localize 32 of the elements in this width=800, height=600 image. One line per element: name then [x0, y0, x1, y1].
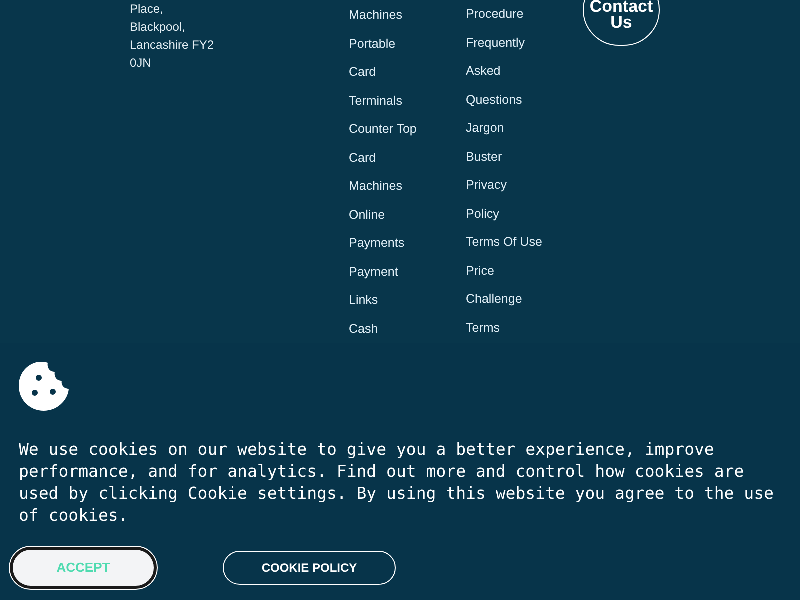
- footer-link[interactable]: Questions: [466, 86, 542, 114]
- footer-link[interactable]: Buster: [466, 142, 542, 171]
- footer-link[interactable]: Terms: [466, 314, 542, 342]
- footer-link[interactable]: Challenge: [466, 285, 542, 314]
- footer-link[interactable]: Payments: [349, 229, 417, 258]
- cookie-icon: [19, 361, 69, 411]
- footer-link[interactable]: Policy: [466, 200, 542, 228]
- footer-link[interactable]: Payment: [349, 258, 417, 286]
- footer-link[interactable]: Card: [349, 58, 417, 86]
- footer-link[interactable]: Links: [349, 286, 417, 314]
- footer-link[interactable]: Online: [349, 200, 417, 229]
- contact-button[interactable]: Contact Us: [583, 0, 660, 46]
- footer-link[interactable]: Price: [466, 256, 542, 285]
- footer-link[interactable]: Machines: [349, 1, 417, 30]
- footer-link[interactable]: Terminals: [349, 86, 417, 115]
- footer-link[interactable]: Jargon: [466, 114, 542, 142]
- footer-link[interactable]: Portable: [349, 30, 417, 58]
- address-line: 0JN: [130, 55, 152, 72]
- footer-link[interactable]: Card: [349, 144, 417, 172]
- footer-link[interactable]: Machines: [349, 172, 417, 200]
- footer-link[interactable]: Frequently: [466, 28, 542, 57]
- footer-link[interactable]: Terms Of Use: [466, 228, 542, 256]
- footer-link[interactable]: Procedure: [466, 0, 542, 28]
- footer-link[interactable]: Cash: [349, 314, 417, 343]
- address-line: Blackpool,: [130, 19, 186, 36]
- footer-link[interactable]: Asked: [466, 57, 542, 86]
- footer-link[interactable]: Counter Top: [349, 115, 417, 144]
- cookie-policy-button[interactable]: COOKIE POLICY: [223, 551, 396, 585]
- address-line: Lancashire FY2: [130, 37, 214, 54]
- address-line: Place,: [130, 1, 164, 18]
- cookie-message: We use cookies on our website to give you a better experience, improve performance, and for analytics. Find out more and control how cookies are used by clicking Cookie settings. By using this website you agree to the use of cookies.: [19, 439, 775, 527]
- footer-link[interactable]: Privacy: [466, 171, 542, 200]
